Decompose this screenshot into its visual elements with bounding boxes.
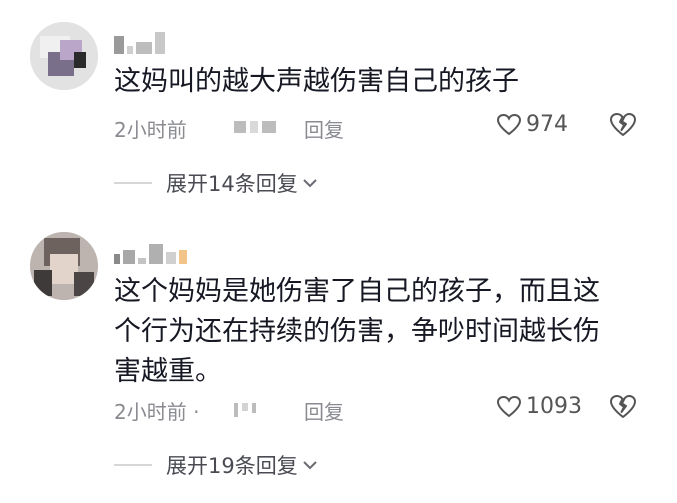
reply-button[interactable]: 回复: [304, 114, 344, 143]
like-count: 974: [526, 112, 568, 137]
expand-replies-button[interactable]: 展开14条回复: [166, 168, 318, 198]
broken-heart-icon[interactable]: [609, 394, 637, 420]
timestamp: 2小时前: [114, 118, 187, 142]
comment-meta: 2小时前 回复 974: [114, 112, 654, 142]
expand-replies-label: 展开19条回复: [166, 454, 298, 478]
divider-line: [114, 464, 152, 466]
like-count: 1093: [526, 394, 582, 419]
expand-replies[interactable]: 展开14条回复: [114, 168, 318, 198]
comment-text: 这妈叫的越大声越伤害自己的孩子: [114, 66, 519, 97]
username-blurred[interactable]: [114, 238, 187, 264]
like-button[interactable]: 1093: [496, 394, 582, 419]
expand-replies-button[interactable]: 展开19条回复: [166, 450, 318, 480]
location-blurred: [234, 403, 256, 417]
heart-outline-icon: [496, 113, 522, 135]
chevron-down-icon: [303, 461, 317, 470]
expand-replies[interactable]: 展开19条回复: [114, 450, 318, 480]
reply-button[interactable]: 回复: [304, 396, 344, 425]
broken-heart-icon[interactable]: [609, 112, 637, 138]
like-button[interactable]: 974: [496, 112, 568, 137]
avatar[interactable]: [30, 22, 98, 90]
comment-meta: 2小时前 · 回复 1093: [114, 394, 654, 424]
divider-line: [114, 182, 152, 184]
expand-replies-label: 展开14条回复: [166, 172, 298, 196]
username-blurred[interactable]: [114, 28, 165, 54]
location-blurred: [234, 121, 276, 133]
chevron-down-icon: [303, 179, 317, 188]
heart-outline-icon: [496, 395, 522, 417]
avatar[interactable]: [30, 232, 98, 300]
comment-text: 这个妈妈是她伤害了自己的孩子，而且这 个行为还在持续的伤害，争吵时间越长伤 害越…: [114, 276, 600, 387]
timestamp: 2小时前 ·: [114, 400, 200, 424]
